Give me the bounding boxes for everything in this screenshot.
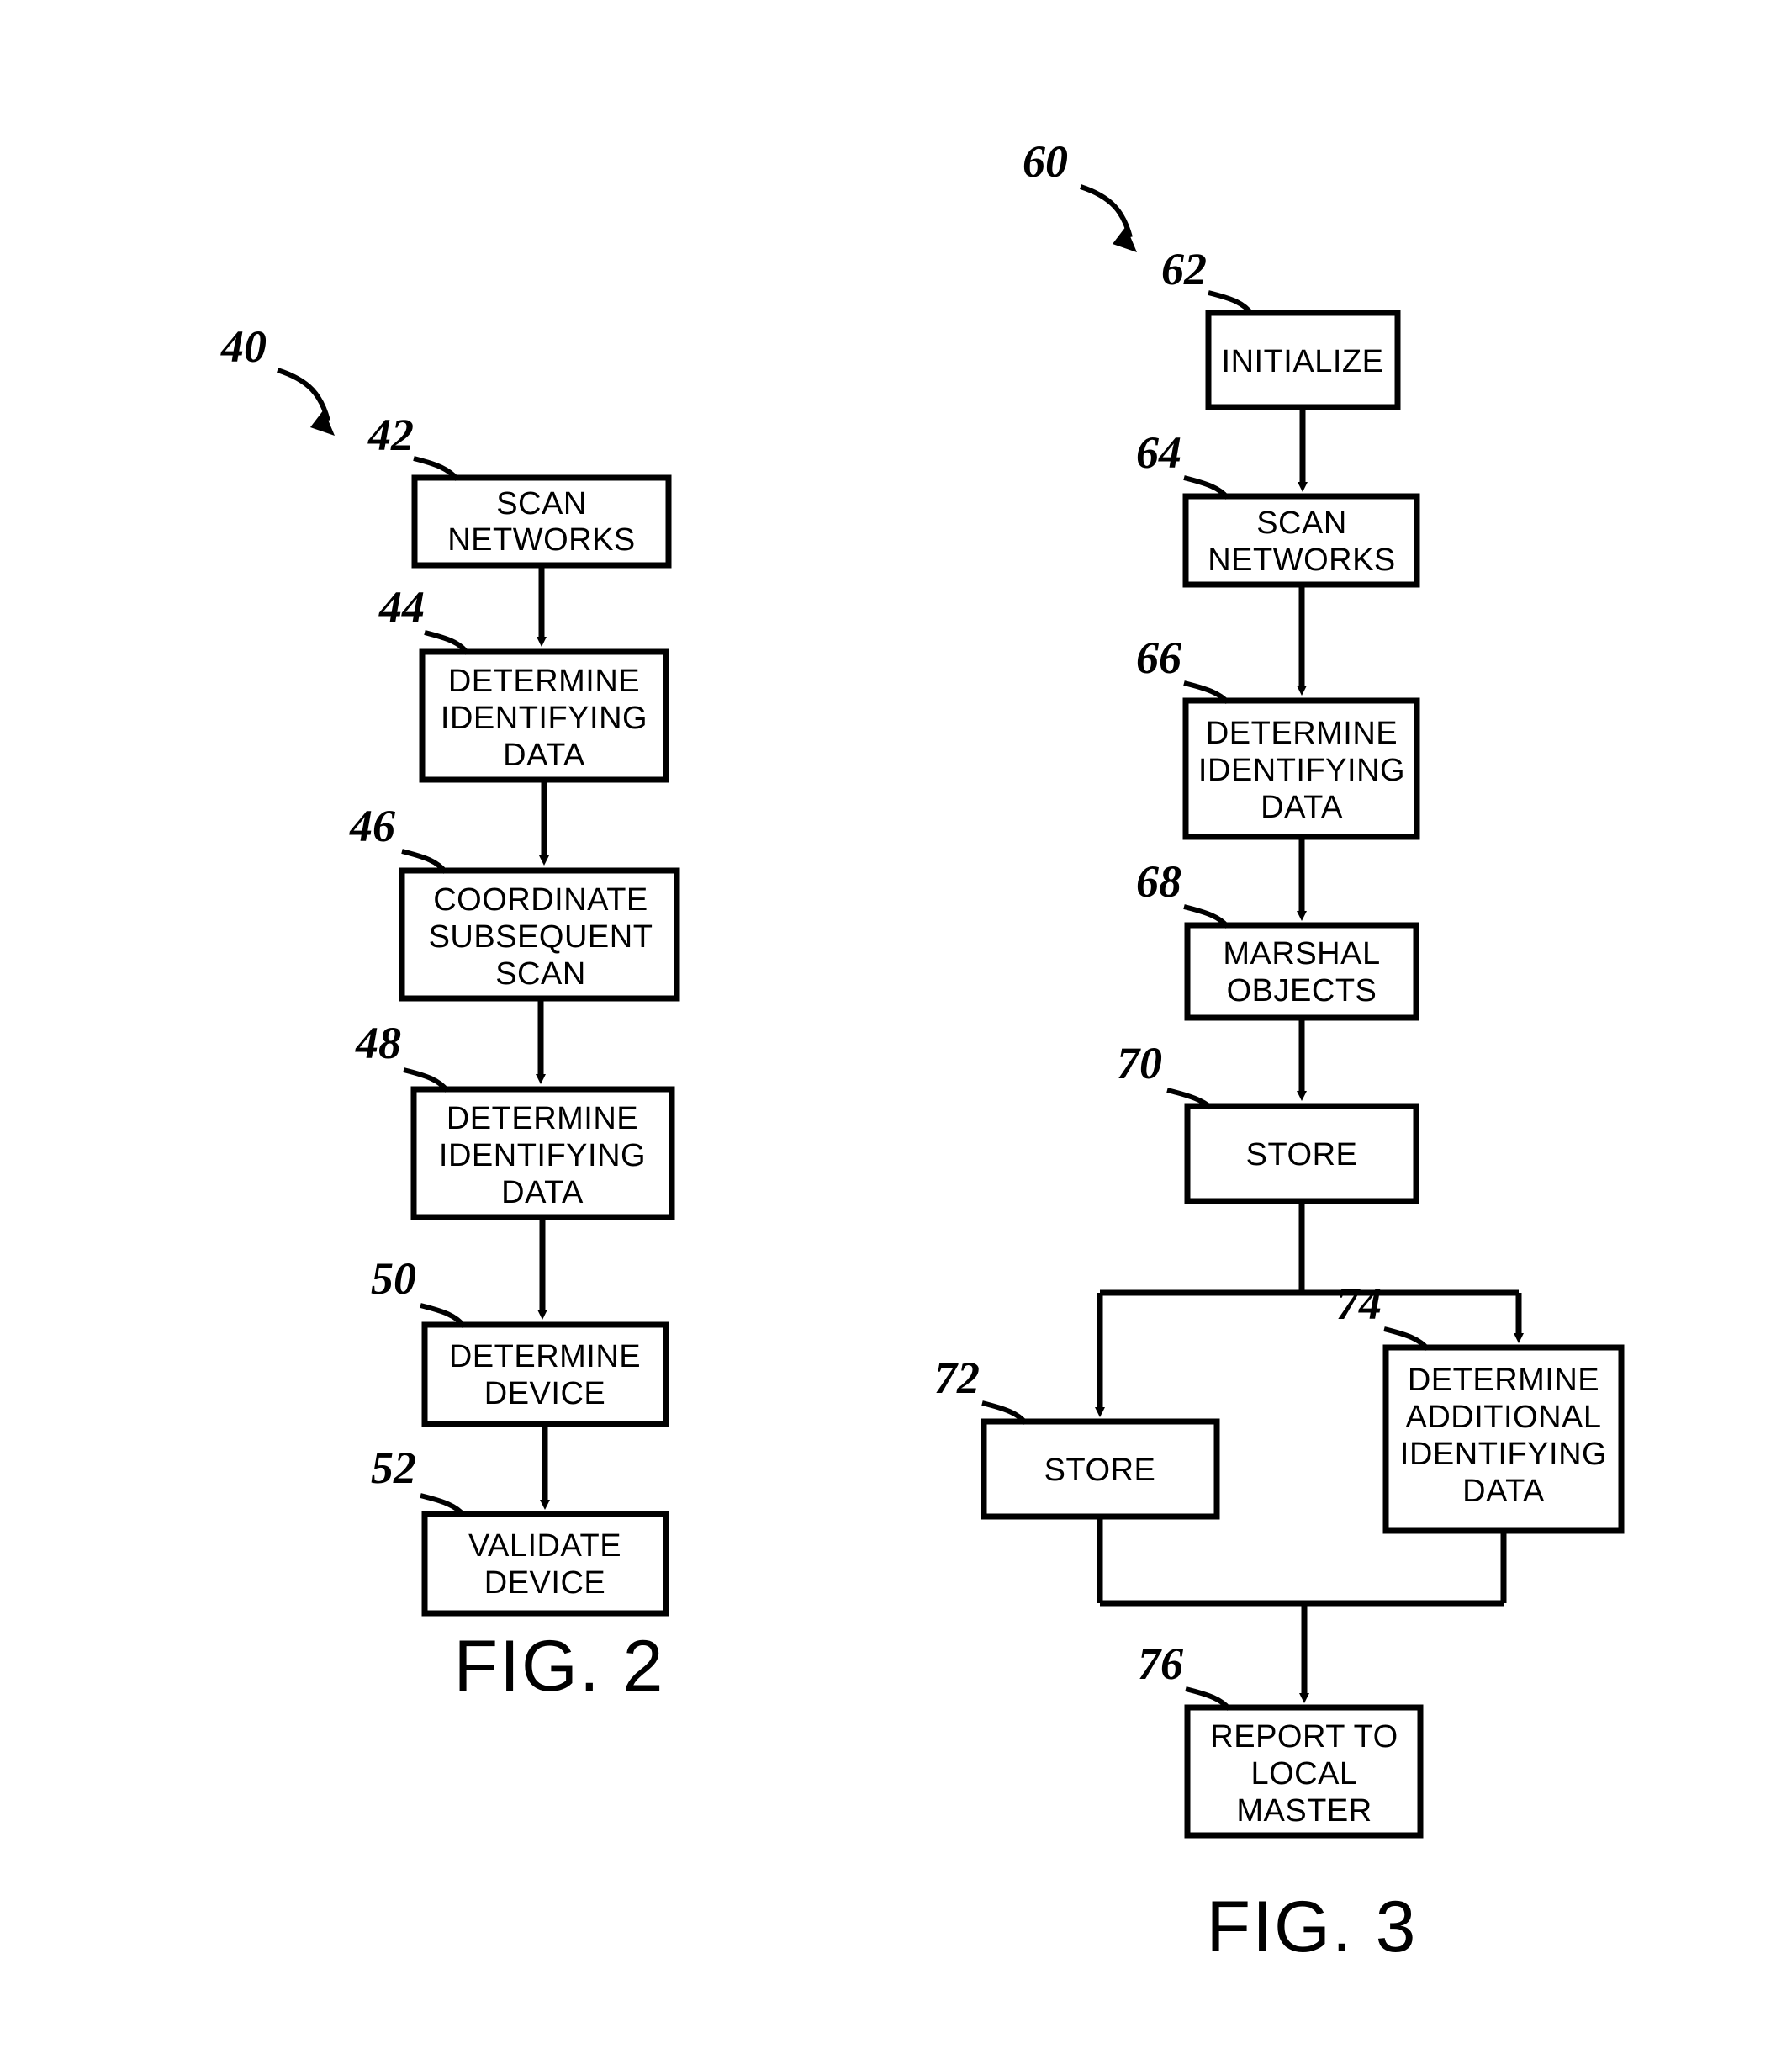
fig3-step-66-line-3: DATA bbox=[1261, 790, 1343, 825]
ref-number-72: 72 bbox=[934, 1353, 980, 1403]
fig2-step-44-line-3: DATA bbox=[503, 738, 585, 773]
ref-number-70: 70 bbox=[1117, 1038, 1162, 1088]
ref-number-64: 64 bbox=[1136, 427, 1181, 478]
patent-drawing-sheet: 40 SCAN NETWORKS 42 DETERMINE IDENTIFYIN… bbox=[0, 0, 1792, 2054]
ref-number-52: 52 bbox=[371, 1443, 416, 1493]
fig3-step-76-line-3: MASTER bbox=[1236, 1793, 1372, 1829]
fig2-caption: FIG. 2 bbox=[454, 1626, 665, 1707]
ref-number-44: 44 bbox=[378, 582, 425, 633]
ref-number-62: 62 bbox=[1161, 244, 1207, 294]
fig2-step-46-line-2: SUBSEQUENT bbox=[429, 919, 653, 955]
ref-number-50: 50 bbox=[371, 1253, 416, 1304]
fig3-step-68-line-1: MARSHAL bbox=[1223, 936, 1380, 971]
fig3-step-76-line-2: LOCAL bbox=[1250, 1756, 1357, 1792]
fig3-step-66-line-2: IDENTIFYING bbox=[1198, 753, 1405, 788]
fig2-step-48-line-2: IDENTIFYING bbox=[439, 1138, 646, 1173]
ref-number-76: 76 bbox=[1138, 1638, 1183, 1689]
fig3-caption: FIG. 3 bbox=[1207, 1887, 1418, 1967]
fig2-step-48-line-1: DETERMINE bbox=[447, 1101, 638, 1136]
fig3-step-76-line-1: REPORT TO bbox=[1210, 1719, 1398, 1755]
ref-number-40: 40 bbox=[220, 321, 267, 372]
fig3-step-68-line-2: OBJECTS bbox=[1227, 973, 1377, 1008]
fig3-step-74-line-4: DATA bbox=[1462, 1474, 1545, 1509]
fig2-step-46-line-1: COORDINATE bbox=[433, 882, 648, 918]
ref-number-60: 60 bbox=[1023, 136, 1068, 187]
ref-number-48: 48 bbox=[355, 1018, 401, 1068]
fig3-step-70-line-1: STORE bbox=[1246, 1137, 1358, 1173]
fig3-step-64-line-1: SCAN bbox=[1256, 506, 1347, 541]
fig2-step-44-line-2: IDENTIFYING bbox=[441, 701, 648, 736]
fig3-step-74-line-2: ADDITIONAL bbox=[1405, 1400, 1601, 1435]
fig2-step-50-line-2: DEVICE bbox=[484, 1376, 605, 1411]
fig3-step-72-line-1: STORE bbox=[1044, 1453, 1156, 1488]
ref-number-66: 66 bbox=[1136, 633, 1181, 683]
ref-number-74: 74 bbox=[1336, 1278, 1382, 1329]
fig3-step-74-line-1: DETERMINE bbox=[1408, 1363, 1599, 1398]
fig2-step-52-line-1: VALIDATE bbox=[468, 1528, 621, 1564]
fig2-step-50-line-1: DETERMINE bbox=[449, 1339, 641, 1374]
fig2-step-48-line-3: DATA bbox=[501, 1175, 584, 1210]
fig2-step-42-line-2: NETWORKS bbox=[447, 522, 636, 558]
fig2-step-52-line-2: DEVICE bbox=[484, 1565, 605, 1601]
fig3-step-64-line-2: NETWORKS bbox=[1208, 543, 1396, 578]
fig3-step-66-line-1: DETERMINE bbox=[1206, 716, 1398, 751]
ref-number-68: 68 bbox=[1136, 856, 1181, 907]
ref-number-46: 46 bbox=[349, 801, 395, 851]
fig2-step-44-line-1: DETERMINE bbox=[448, 664, 640, 699]
fig2-step-42-line-1: SCAN bbox=[496, 486, 587, 521]
sheet-background bbox=[0, 0, 1792, 2054]
fig2-step-46-line-3: SCAN bbox=[495, 956, 586, 992]
fig3-step-74-line-3: IDENTIFYING bbox=[1400, 1437, 1607, 1472]
ref-number-42: 42 bbox=[367, 410, 414, 460]
fig3-step-62-line-1: INITIALIZE bbox=[1222, 344, 1384, 379]
